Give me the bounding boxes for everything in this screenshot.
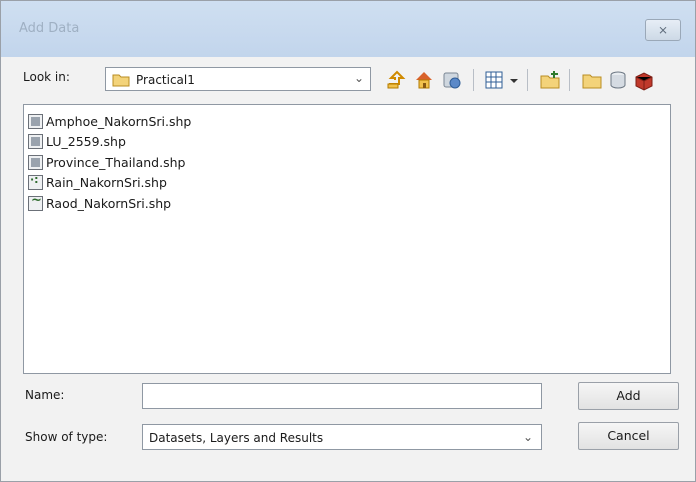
- add-button[interactable]: Add: [578, 382, 679, 410]
- file-name: Amphoe_NakornSri.shp: [46, 113, 192, 129]
- toolbar: Look in: Practical1 ⌄: [1, 63, 695, 95]
- look-in-dropdown[interactable]: Practical1 ⌄: [105, 67, 371, 91]
- show-of-type-value: Datasets, Layers and Results: [149, 431, 324, 445]
- name-field[interactable]: [142, 383, 542, 409]
- file-name: Raod_NakornSri.shp: [46, 195, 172, 211]
- show-of-type-label: Show of type:: [25, 430, 108, 444]
- new-folder-icon[interactable]: [581, 69, 603, 91]
- show-of-type-dropdown[interactable]: Datasets, Layers and Results ⌄: [142, 424, 542, 450]
- database-icon[interactable]: [607, 69, 629, 91]
- connect-folder-icon[interactable]: [539, 69, 561, 91]
- file-name: Province_Thailand.shp: [46, 154, 186, 170]
- look-in-value: Practical1: [136, 73, 195, 87]
- file-name: Rain_NakornSri.shp: [46, 174, 167, 190]
- name-label: Name:: [25, 388, 65, 402]
- home-icon[interactable]: [413, 69, 435, 91]
- polygon-shapefile-icon: [28, 133, 43, 149]
- toolbar-separator: [473, 69, 474, 91]
- list-item[interactable]: Amphoe_NakornSri.shp: [28, 112, 191, 130]
- cancel-button[interactable]: Cancel: [578, 422, 679, 450]
- list-item[interactable]: Rain_NakornSri.shp: [28, 173, 167, 191]
- polygon-shapefile-icon: [28, 113, 43, 129]
- file-list[interactable]: Amphoe_NakornSri.shp LU_2559.shp Provinc…: [23, 104, 671, 374]
- point-shapefile-icon: [28, 173, 43, 190]
- list-item[interactable]: Province_Thailand.shp: [28, 153, 185, 171]
- list-item[interactable]: LU_2559.shp: [28, 132, 126, 150]
- toolbar-separator: [527, 69, 528, 91]
- close-button[interactable]: ⨯: [645, 19, 681, 41]
- close-icon: ⨯: [657, 23, 669, 37]
- dialog-title: Add Data: [19, 21, 80, 36]
- chevron-down-icon: ⌄: [353, 71, 364, 85]
- look-in-label: Look in:: [23, 70, 70, 84]
- toolbox-icon[interactable]: [633, 69, 655, 91]
- toolbar-separator: [569, 69, 570, 91]
- chevron-down-icon: ⌄: [522, 430, 533, 444]
- add-data-dialog: Add Data ⨯ Look in: Practical1 ⌄ Amphoe_…: [0, 0, 696, 482]
- chevron-down-icon[interactable]: [507, 69, 521, 91]
- title-bar[interactable]: Add Data ⨯: [1, 1, 695, 57]
- file-name: LU_2559.shp: [46, 133, 126, 149]
- polygon-shapefile-icon: [28, 154, 43, 170]
- line-shapefile-icon: [28, 193, 43, 211]
- list-item[interactable]: Raod_NakornSri.shp: [28, 193, 172, 212]
- catalog-icon[interactable]: [441, 69, 463, 91]
- folder-icon: [112, 74, 130, 87]
- view-options-icon[interactable]: [483, 69, 505, 91]
- up-one-level-icon[interactable]: [385, 69, 407, 91]
